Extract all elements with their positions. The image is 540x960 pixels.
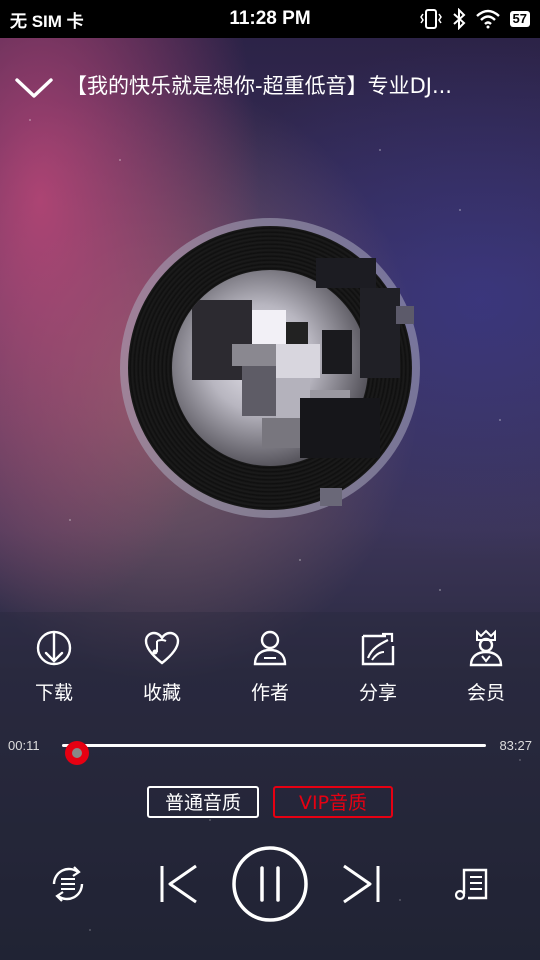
player-header: 【我的快乐就是想你-超重低音】专业DJ...	[0, 60, 540, 110]
glitch-block	[320, 488, 342, 506]
battery-indicator: 57	[509, 11, 530, 27]
quality-selector: 普通音质 VIP音质	[0, 786, 540, 818]
chevron-down-icon[interactable]	[14, 74, 54, 102]
cover-pixel	[262, 418, 302, 448]
previous-icon[interactable]	[158, 864, 200, 904]
total-time: 83:27	[499, 738, 532, 753]
album-disc	[120, 218, 420, 518]
cover-pixel	[232, 344, 276, 366]
current-time: 00:11	[8, 738, 40, 753]
cover-pixel	[286, 322, 308, 344]
download-icon	[36, 630, 72, 666]
song-title: 【我的快乐就是想你-超重低音】专业DJ...	[66, 74, 452, 98]
loop-mode-icon[interactable]	[48, 864, 88, 904]
cover-pixel	[242, 366, 276, 416]
vip-member-button[interactable]: 会员	[432, 628, 540, 705]
share-button[interactable]: 分享	[324, 628, 432, 705]
vip-member-icon	[469, 629, 503, 667]
progress-thumb[interactable]	[64, 741, 89, 765]
playback-controls	[0, 846, 540, 922]
favorite-button[interactable]: 收藏	[108, 628, 216, 705]
glitch-block	[300, 398, 380, 458]
download-button[interactable]: 下载	[0, 628, 108, 705]
normal-quality-button[interactable]: 普通音质	[146, 786, 259, 818]
pause-icon	[260, 866, 280, 902]
author-icon	[253, 630, 287, 666]
status-bar: 无 SIM 卡 11:28 PM 57	[0, 0, 540, 38]
playlist-icon[interactable]	[452, 864, 492, 904]
cover-pixel	[252, 310, 286, 344]
favorite-label: 收藏	[142, 682, 181, 704]
pause-button[interactable]	[230, 846, 310, 922]
author-button[interactable]: 作者	[216, 628, 324, 705]
vip-member-label: 会员	[466, 682, 505, 704]
action-bar: 下载 收藏 作者 分享 会员	[0, 628, 540, 705]
glitch-block	[396, 306, 414, 324]
progress-track[interactable]	[62, 741, 486, 765]
status-icons: 57	[419, 8, 530, 30]
share-icon	[361, 632, 395, 666]
glitch-block	[360, 288, 400, 378]
favorite-icon	[144, 631, 180, 665]
cover-pixel	[322, 330, 352, 374]
vibrate-icon	[419, 9, 442, 29]
progress-bar: 00:11 83:27	[0, 734, 540, 765]
wifi-icon	[475, 9, 500, 29]
vip-quality-button[interactable]: VIP音质	[272, 786, 394, 818]
cover-pixel	[276, 344, 320, 378]
next-icon[interactable]	[340, 864, 382, 904]
download-label: 下载	[34, 682, 73, 704]
bluetooth-icon	[452, 8, 465, 30]
author-label: 作者	[250, 682, 289, 704]
share-label: 分享	[358, 682, 397, 704]
glitch-block	[316, 258, 376, 288]
